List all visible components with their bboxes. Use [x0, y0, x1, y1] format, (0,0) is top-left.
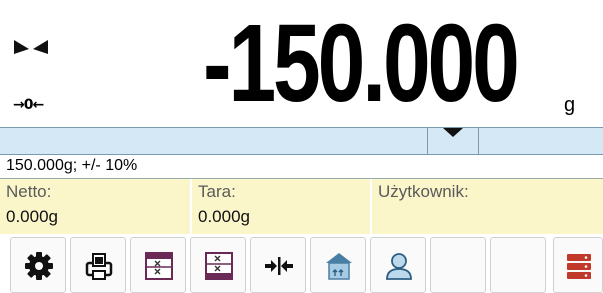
user-label: Użytkownik:: [378, 182, 469, 201]
threshold-button[interactable]: [130, 237, 186, 293]
packaging-button[interactable]: [310, 237, 366, 293]
bargraph-marker-icon: [443, 128, 463, 137]
threshold-text: 150.000g; +/- 10%: [6, 157, 138, 174]
weight-display: →0← -150.000 g: [0, 0, 603, 126]
database-icon: [567, 254, 591, 279]
tare-value-icon: [205, 252, 233, 280]
netto-label: Netto:: [6, 182, 52, 201]
settings-button[interactable]: [10, 237, 66, 293]
zero-indicator: →0←: [13, 97, 44, 113]
bargraph-divider: [478, 128, 479, 154]
tara-label: Tara:: [198, 182, 236, 201]
bargraph-divider: [427, 128, 428, 154]
stability-icon: [14, 40, 48, 54]
empty-slot-button[interactable]: [430, 237, 486, 293]
weight-value: -150.000: [203, 2, 520, 125]
database-button[interactable]: [553, 237, 603, 293]
user-button[interactable]: [370, 237, 426, 293]
info-row: Netto: 0.000g Tara: 0.000g Użytkownik:: [0, 179, 603, 234]
weight-unit: g: [564, 94, 576, 116]
toolbar: [0, 235, 603, 293]
bargraph: [0, 127, 603, 155]
empty-slot-button[interactable]: [490, 237, 546, 293]
print-button[interactable]: [70, 237, 126, 293]
info-netto: Netto: 0.000g: [0, 179, 192, 234]
zero-icon: [265, 257, 293, 275]
packaging-icon: [326, 253, 352, 280]
printer-icon: [85, 253, 113, 280]
info-tara: Tara: 0.000g: [192, 179, 372, 234]
info-user: Użytkownik:: [372, 179, 603, 234]
tara-value: 0.000g: [198, 207, 250, 226]
threshold-row: 150.000g; +/- 10%: [0, 155, 603, 179]
user-icon: [386, 253, 412, 280]
threshold-icon: [145, 252, 173, 280]
zero-button[interactable]: [250, 237, 306, 293]
gear-icon: [25, 252, 53, 280]
tare-value-button[interactable]: [190, 237, 246, 293]
netto-value: 0.000g: [6, 207, 58, 226]
